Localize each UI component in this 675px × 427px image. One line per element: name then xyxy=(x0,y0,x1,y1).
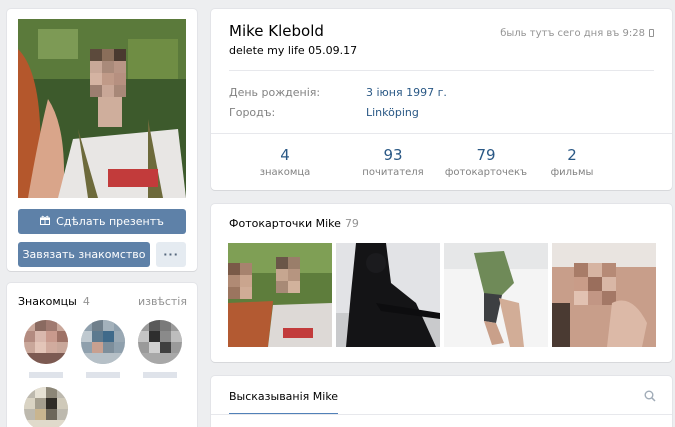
photo-thumb[interactable] xyxy=(552,243,656,347)
counter-photos[interactable]: 79 фотокарточекъ xyxy=(441,146,531,178)
counter-label: фильмы xyxy=(550,167,594,178)
friends-header: Знакомцы 4 извѣстія xyxy=(18,295,187,308)
info-key: День рожденія: xyxy=(229,86,321,99)
friend-avatar xyxy=(138,320,182,364)
search-icon[interactable] xyxy=(644,390,656,402)
friend-name xyxy=(29,372,63,378)
counter-value: 2 xyxy=(567,146,577,164)
profile-photo-image xyxy=(18,19,186,198)
friend-avatar xyxy=(24,320,68,364)
friend-item[interactable] xyxy=(24,387,68,427)
counter-friends[interactable]: 4 знакомца xyxy=(255,146,315,178)
friend-avatar xyxy=(81,320,125,364)
friends-card: Знакомцы 4 извѣстія xyxy=(7,283,197,427)
photo-thumb[interactable] xyxy=(444,243,548,347)
avatar-card: Сдѣлать презентъ Завязать знакомство ··· xyxy=(7,9,197,271)
info-key: Городъ: xyxy=(229,106,276,119)
last-seen-text: быль тутъ сего дня въ 9:28 xyxy=(500,28,645,39)
friends-title: Знакомцы xyxy=(18,295,77,308)
wall-tab-divider xyxy=(211,414,672,415)
friend-name xyxy=(86,372,120,378)
friend-name xyxy=(143,372,177,378)
counter-label: знакомца xyxy=(259,167,311,178)
wall-tab[interactable]: Высказыванія Mike xyxy=(229,390,339,415)
friend-avatar xyxy=(24,387,68,427)
counter-label: фотокарточекъ xyxy=(444,167,528,178)
friends-count: 4 xyxy=(82,295,90,308)
wall-card: Высказыванія Mike xyxy=(211,376,672,427)
counter-videos[interactable]: 2 фильмы xyxy=(542,146,602,178)
friend-item[interactable] xyxy=(24,320,68,378)
photo-thumb[interactable] xyxy=(336,243,440,347)
gift-button[interactable]: Сдѣлать презентъ xyxy=(18,209,186,234)
profile-photo[interactable] xyxy=(18,19,186,198)
profile-info-card: Mike Klebold delete my life 05.09.17 был… xyxy=(211,9,672,190)
photos-card: Фотокарточки Mike 79 xyxy=(211,204,672,362)
counter-value: 93 xyxy=(383,146,403,164)
phone-icon xyxy=(649,29,654,37)
friends-updates-link[interactable]: извѣстія xyxy=(138,295,187,308)
photo-thumb[interactable] xyxy=(228,243,332,347)
info-value[interactable]: Linköping xyxy=(366,106,419,119)
last-seen: быль тутъ сего дня въ 9:28 xyxy=(500,28,654,39)
info-value[interactable]: 3 іюня 1997 г. xyxy=(366,86,447,99)
divider xyxy=(229,70,654,71)
friends-title-group[interactable]: Знакомцы 4 xyxy=(18,295,90,308)
counter-label: почитателя xyxy=(362,167,424,178)
counter-followers[interactable]: 93 почитателя xyxy=(353,146,433,178)
photos-title: Фотокарточки Mike xyxy=(229,217,341,230)
counter-value: 79 xyxy=(476,146,496,164)
add-friend-button[interactable]: Завязать знакомство xyxy=(18,242,150,267)
photos-header[interactable]: Фотокарточки Mike 79 xyxy=(229,217,359,230)
friend-item[interactable] xyxy=(138,320,182,378)
profile-counters: 4 знакомца 93 почитателя 79 фотокарточек… xyxy=(211,133,672,190)
profile-status[interactable]: delete my life 05.09.17 xyxy=(229,44,357,57)
counter-value: 4 xyxy=(280,146,290,164)
gift-button-label: Сдѣлать презентъ xyxy=(56,215,164,228)
photos-count: 79 xyxy=(344,217,359,230)
friend-item[interactable] xyxy=(81,320,125,378)
more-actions-button[interactable]: ··· xyxy=(156,242,186,267)
profile-name: Mike Klebold xyxy=(229,22,324,40)
gift-icon xyxy=(40,215,51,228)
